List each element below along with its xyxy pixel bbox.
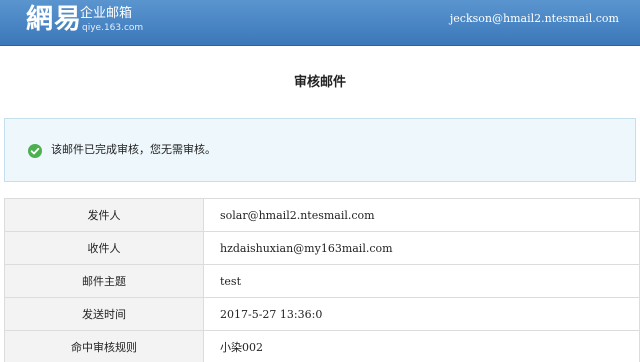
matched-rule-value: 小染002 [203,330,640,362]
table-row: 发件人 solar@hmail2.ntesmail.com [4,198,640,232]
logo-domain: qiye.163.com [82,23,144,33]
table-row: 邮件主题 test [4,264,640,298]
page-title: 审核邮件 [293,75,346,90]
current-user-email[interactable]: jeckson@hmail2.ntesmail.com [450,12,619,26]
subject-value: test [203,264,640,298]
send-time-label: 发送时间 [4,297,204,331]
netease-logo[interactable]: 網易 [26,3,82,37]
mail-details-table: 发件人 solar@hmail2.ntesmail.com 收件人 hzdais… [4,198,640,362]
matched-rule-label: 命中审核规则 [4,330,204,362]
recipient-label: 收件人 [4,231,204,265]
logo-product-name: 企业邮箱 [80,6,133,21]
subject-label: 邮件主题 [4,264,204,298]
sender-label: 发件人 [4,198,204,232]
top-header: 網易 企业邮箱 qiye.163.com jeckson@hmail2.ntes… [0,0,640,46]
table-row: 发送时间 2017-5-27 13:36:0 [4,297,640,331]
sender-value: solar@hmail2.ntesmail.com [203,198,640,232]
status-notice: 该邮件已完成审核，您无需审核。 [4,118,636,182]
notice-message: 该邮件已完成审核，您无需审核。 [51,143,216,156]
table-row: 收件人 hzdaishuxian@my163mail.com [4,231,640,265]
check-circle-icon [28,143,42,158]
send-time-value: 2017-5-27 13:36:0 [203,297,640,331]
table-row: 命中审核规则 小染002 [4,330,640,362]
recipient-value: hzdaishuxian@my163mail.com [203,231,640,265]
